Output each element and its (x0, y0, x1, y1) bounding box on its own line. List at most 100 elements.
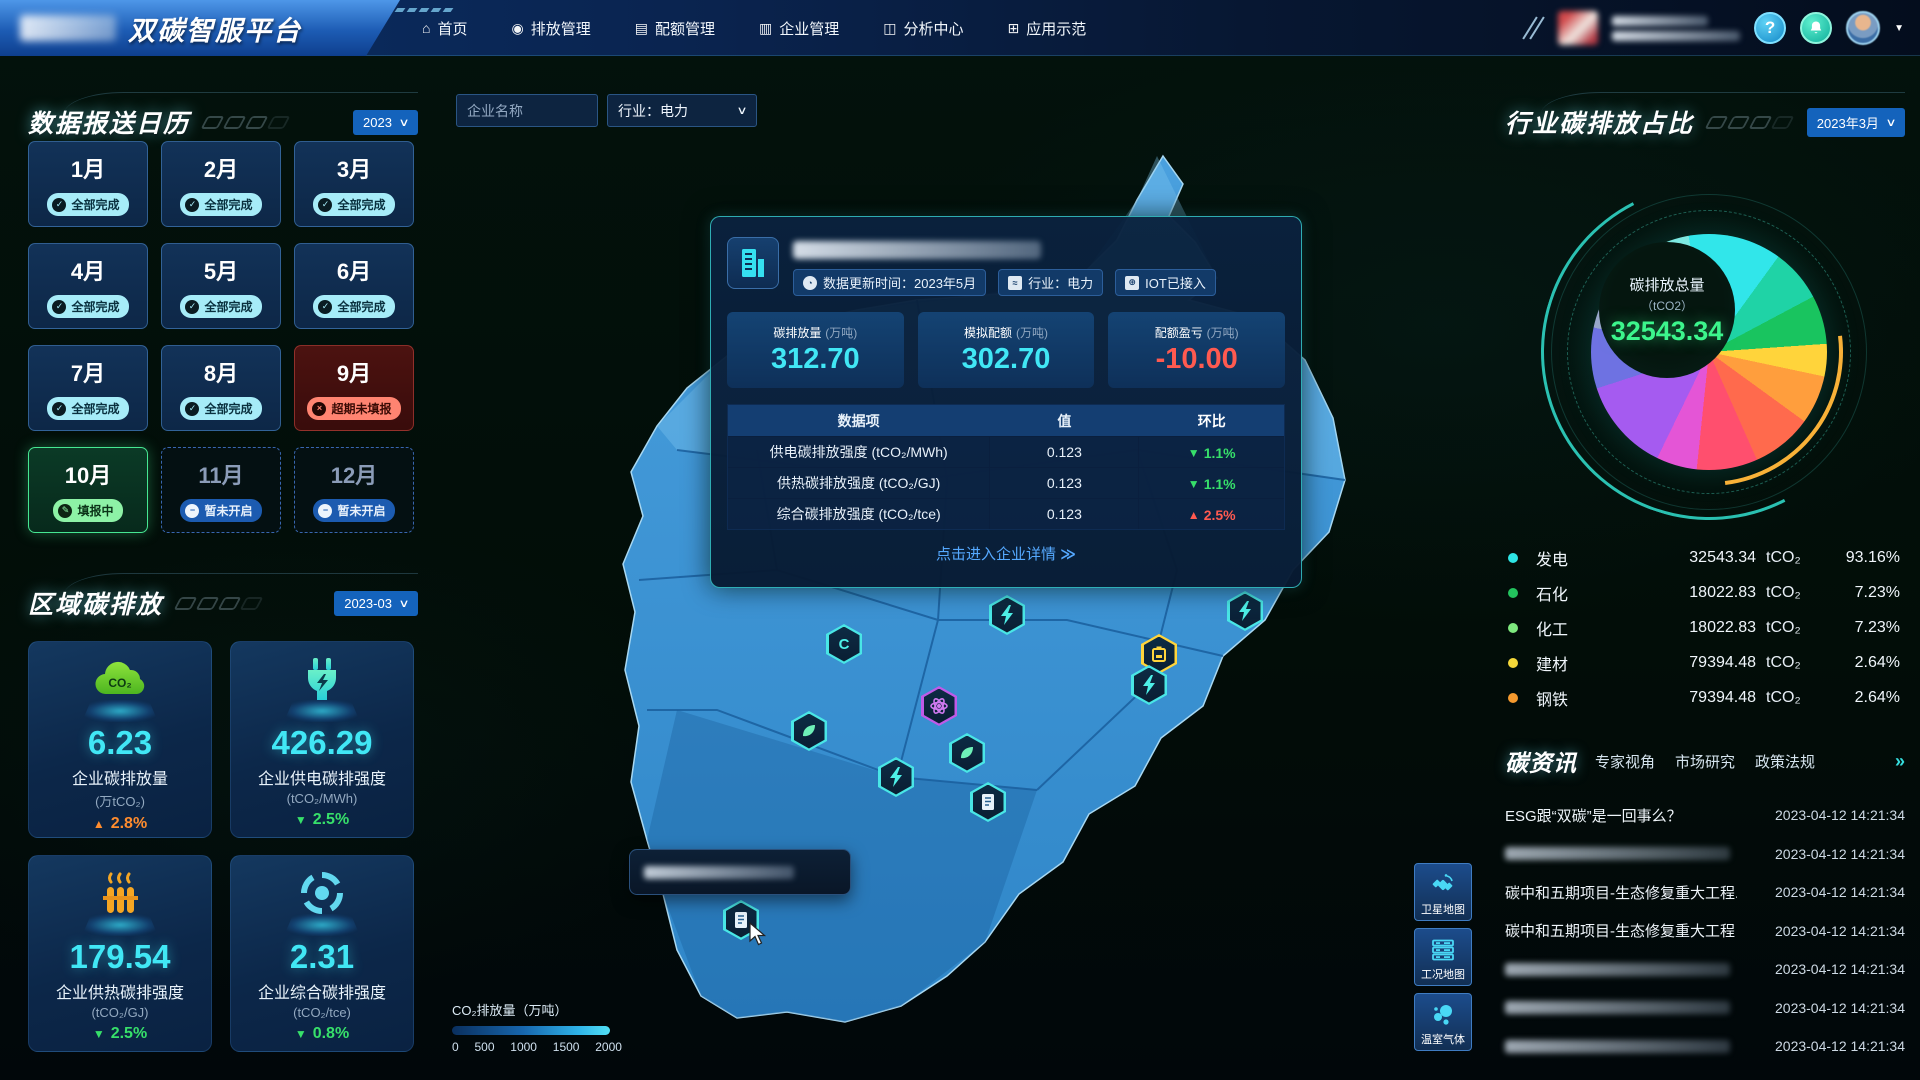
check-icon: ✓ (185, 198, 199, 212)
metric-card-emission[interactable]: CO₂ 6.23 企业碳排放量 (万tCO₂) ▲2.8% (28, 641, 212, 838)
industry-legend: 发电 32543.34 tCO₂ 93.16% 石化 18022.83 tCO₂… (1508, 540, 1900, 715)
industry-donut-chart[interactable]: 碳排放总量 （tCO2） 32543.34 (1549, 192, 1869, 512)
legend-row-steel[interactable]: 钢铁 79394.48 tCO₂ 2.64% (1508, 680, 1900, 715)
legend-dot (1508, 693, 1518, 703)
month-card-sep[interactable]: 9月 ×超期未填报 (294, 345, 414, 431)
blurred-news-title (1505, 963, 1730, 976)
down-arrow-icon: ▼ (93, 1027, 105, 1041)
calendar-title: 数据报送日历 (28, 104, 190, 140)
industry-filter-dropdown[interactable]: 行业：电力 ∨ (607, 94, 757, 127)
calendar-year-dropdown[interactable]: 2023 ∨ (353, 110, 418, 135)
down-arrow-icon: ▼ (295, 813, 307, 827)
news-item[interactable]: 碳中和五期项目-生态修复重大工程... 2023-04-12 14:21:34 (1505, 873, 1905, 912)
news-item[interactable]: ESG跟“双碳”是一回事么？ 2023-04-12 14:21:34 (1505, 796, 1905, 835)
metric-card-power-intensity[interactable]: 426.29 企业供电碳排强度 (tCO₂/MWh) ▼2.5% (230, 641, 414, 838)
month-card-jun[interactable]: 6月 ✓全部完成 (294, 243, 414, 329)
chart-icon: ≈ (1008, 276, 1022, 290)
month-card-mar[interactable]: 3月 ✓全部完成 (294, 141, 414, 227)
up-arrow-icon: ▲ (93, 817, 105, 831)
nav-quota[interactable]: ▤ 配额管理 (635, 18, 715, 39)
legend-row-petrochemical[interactable]: 石化 18022.83 tCO₂ 7.23% (1508, 575, 1900, 610)
nav-demo[interactable]: ⊞ 应用示范 (1007, 18, 1086, 39)
news-more-arrow[interactable]: » (1895, 751, 1905, 772)
legend-dot (1508, 658, 1518, 668)
document-icon (980, 793, 996, 811)
user-avatar[interactable] (1846, 11, 1880, 45)
company-search-input[interactable] (456, 94, 598, 127)
legend-row-chemical[interactable]: 化工 18022.83 tCO₂ 7.23% (1508, 610, 1900, 645)
legend-row-power[interactable]: 发电 32543.34 tCO₂ 93.16% (1508, 540, 1900, 575)
analysis-icon: ◫ (883, 20, 896, 37)
tab-expert-view[interactable]: 专家视角 (1595, 751, 1655, 772)
stat-quota: 模拟配额 (万吨) 302.70 (918, 312, 1095, 388)
satellite-map-button[interactable]: 卫星地图 (1414, 863, 1472, 921)
enter-company-detail-link[interactable]: 点击进入企业详情 ≫ (727, 543, 1285, 564)
tab-policy[interactable]: 政策法规 (1755, 751, 1815, 772)
scale-gradient-bar (452, 1026, 610, 1035)
map-company-tooltip[interactable] (629, 849, 851, 895)
metric-card-comprehensive-intensity[interactable]: 2.31 企业综合碳排强度 (tCO₂/tce) ▼0.8% (230, 855, 414, 1052)
question-icon: ? (1765, 18, 1775, 38)
metric-card-heat-intensity[interactable]: 179.54 企业供热碳排强度 (tCO₂/GJ) ▼2.5% (28, 855, 212, 1052)
iot-tag: ⊕ IOT已接入 (1115, 269, 1216, 296)
news-item[interactable]: 2023-04-12 14:21:34 (1505, 989, 1905, 1028)
nav-enterprise[interactable]: ▥ 企业管理 (759, 18, 839, 39)
region-period-dropdown[interactable]: 2023-03 ∨ (334, 591, 418, 616)
dashboard: 双碳智服平台 ⌂ 首页 ◉ 排放管理 ▤ 配额管理 ▥ 企业管理 ◫ 分析中心 (0, 0, 1920, 1080)
month-card-aug[interactable]: 8月 ✓全部完成 (161, 345, 281, 431)
nav-analysis[interactable]: ◫ 分析中心 (883, 18, 963, 39)
industry-period-dropdown[interactable]: 2023年3月 ∨ (1807, 108, 1905, 137)
gauge-icon: ◉ (511, 20, 523, 37)
title-decor (1708, 116, 1791, 129)
pedestal-glow (284, 700, 360, 722)
title-decor (204, 116, 287, 129)
calendar-header: 数据报送日历 2023 ∨ (28, 104, 418, 140)
nav-home[interactable]: ⌂ 首页 (422, 18, 467, 39)
month-card-apr[interactable]: 4月 ✓全部完成 (28, 243, 148, 329)
month-card-oct[interactable]: 10月 ✎填报中 (28, 447, 148, 533)
month-card-nov[interactable]: 11月 −暂未开启 (161, 447, 281, 533)
check-icon: ✓ (52, 198, 66, 212)
blurred-company-name (644, 866, 794, 879)
nav-emission[interactable]: ◉ 排放管理 (511, 18, 590, 39)
title-decor (177, 597, 260, 610)
check-icon: ✓ (185, 300, 199, 314)
news-item[interactable]: 碳中和五期项目-生态修复重大工程 2023-04-12 14:21:34 (1505, 912, 1905, 951)
month-card-feb[interactable]: 2月 ✓全部完成 (161, 141, 281, 227)
blurred-company-name (793, 241, 1041, 259)
pedestal-glow (284, 914, 360, 936)
monitor-icon: ▤ (635, 20, 648, 37)
month-card-jul[interactable]: 7月 ✓全部完成 (28, 345, 148, 431)
month-card-jan[interactable]: 1月 ✓全部完成 (28, 141, 148, 227)
topbar-right: ? ▼ (1529, 0, 1904, 56)
popup-tags: ◔ 数据更新时间：2023年5月 ≈ 行业：电力 ⊕ IOT已接入 (793, 269, 1216, 296)
notifications-button[interactable] (1800, 12, 1832, 44)
check-icon: ✓ (52, 402, 66, 416)
news-item[interactable]: 2023-04-12 14:21:34 (1505, 835, 1905, 874)
news-item[interactable]: 2023-04-12 14:21:34 (1505, 950, 1905, 989)
month-card-dec[interactable]: 12月 −暂未开启 (294, 447, 414, 533)
month-card-may[interactable]: 5月 ✓全部完成 (161, 243, 281, 329)
stat-balance: 配额盈亏 (万吨) -10.00 (1108, 312, 1285, 388)
greenhouse-gas-button[interactable]: 温室气体 (1414, 993, 1472, 1051)
news-list: ESG跟“双碳”是一回事么？ 2023-04-12 14:21:34 2023-… (1505, 796, 1905, 1066)
legend-row-building-materials[interactable]: 建材 79394.48 tCO₂ 2.64% (1508, 645, 1900, 680)
molecule-icon (1430, 1002, 1456, 1028)
check-icon: ✓ (185, 402, 199, 416)
org-logo (20, 15, 116, 41)
operating-map-button[interactable]: 工况地图 (1414, 928, 1472, 986)
home-icon: ⌂ (422, 20, 430, 36)
news-item[interactable]: 2023-04-12 14:21:34 (1505, 1027, 1905, 1066)
iot-icon: ⊕ (1125, 276, 1139, 290)
calendar-grid: 1月 ✓全部完成 2月 ✓全部完成 3月 ✓全部完成 4月 ✓全部完成 5月 ✓… (28, 141, 420, 533)
main-nav: ⌂ 首页 ◉ 排放管理 ▤ 配额管理 ▥ 企业管理 ◫ 分析中心 ⊞ 应用示范 (408, 0, 1086, 56)
svg-text:CO₂: CO₂ (108, 676, 131, 690)
user-menu-caret-icon[interactable]: ▼ (1894, 23, 1904, 34)
help-button[interactable]: ? (1754, 12, 1786, 44)
minus-icon: − (318, 504, 332, 518)
popup-stats: 碳排放量 (万吨) 312.70 模拟配额 (万吨) 302.70 配额盈亏 (… (727, 312, 1285, 388)
popup-header: ◔ 数据更新时间：2023年5月 ≈ 行业：电力 ⊕ IOT已接入 (727, 237, 1285, 296)
atom-icon (929, 696, 949, 716)
table-header-row: 数据项 值 环比 (728, 405, 1284, 436)
tab-market-research[interactable]: 市场研究 (1675, 751, 1735, 772)
